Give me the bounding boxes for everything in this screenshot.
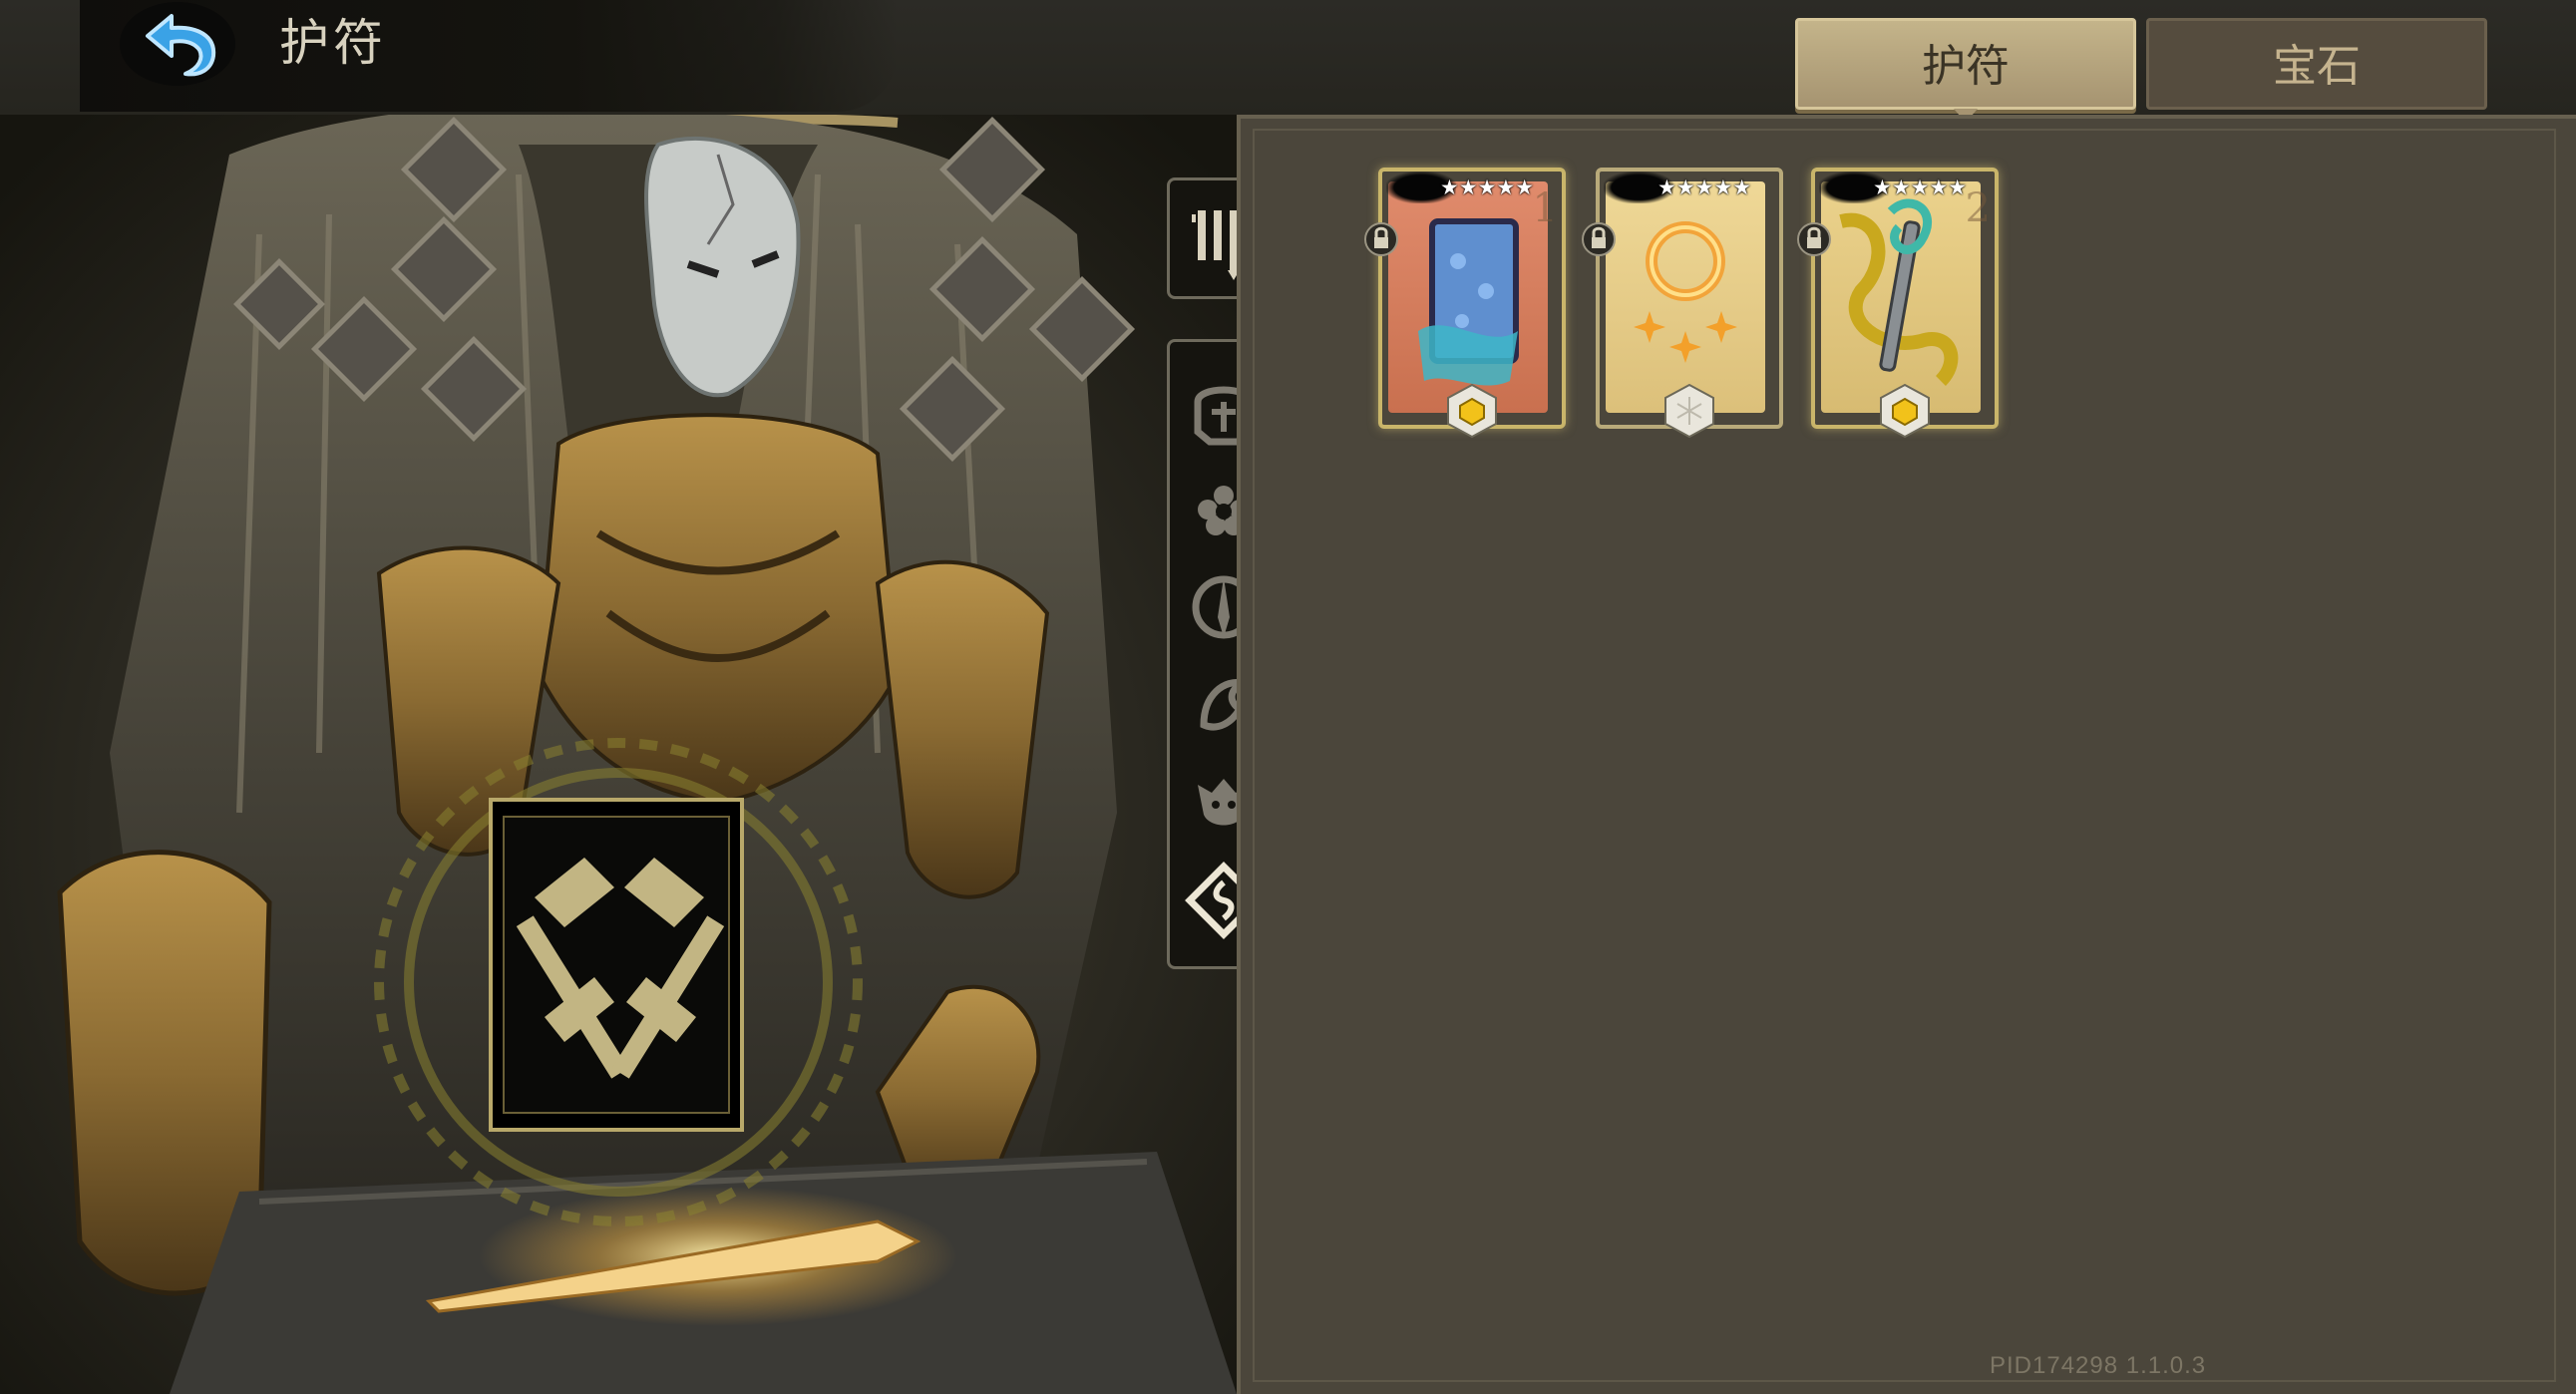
tab-charm[interactable]: 护符 (1795, 18, 2136, 123)
top-bar: 护符 护符 宝石 (0, 0, 2576, 123)
crossed-hammers-icon (516, 858, 725, 1079)
blue-scroll-icon (1418, 218, 1519, 386)
lock-icon[interactable] (1364, 219, 1398, 257)
card-stars: ★★★★★ (1873, 176, 1968, 199)
tab-gem-label: 宝石 (2273, 41, 2361, 92)
page-title: 护符 (279, 14, 387, 72)
empty-gem-slot-icon (1664, 383, 1714, 439)
charm-card[interactable]: ★★★★★ (1582, 168, 1783, 439)
card-level: 1 (1532, 185, 1558, 231)
back-arrow-icon (120, 2, 235, 86)
card-face (1821, 181, 1981, 413)
featured-charm-card[interactable] (489, 798, 744, 1132)
serpent-staff-icon (1839, 198, 1959, 386)
lock-icon[interactable] (1582, 219, 1616, 257)
fire-ring-icon (1634, 221, 1737, 363)
tab-charm-label: 护符 (1922, 41, 2010, 92)
tab-gem[interactable]: 宝石 (2146, 18, 2487, 110)
card-level: 2 (1965, 185, 1991, 231)
gold-gem-slot-icon (1447, 383, 1497, 439)
card-face (1388, 181, 1548, 413)
game-screen: 护符 护符 宝石 ★★★★★ 1 ★★★★★ ★★★★★ 2 PID174298… (0, 0, 2576, 1394)
card-stars: ★★★★★ (1440, 176, 1535, 199)
character-artwork (0, 115, 1237, 1394)
armored-knight-illustration (0, 115, 1237, 1394)
charm-card[interactable]: ★★★★★ 1 (1364, 168, 1566, 439)
featured-charm-inner (503, 816, 730, 1114)
lock-icon[interactable] (1797, 219, 1831, 257)
gold-gem-slot-icon (1880, 383, 1930, 439)
card-face (1606, 181, 1765, 413)
charm-card[interactable]: ★★★★★ 2 (1797, 168, 1999, 439)
card-stars: ★★★★★ (1657, 176, 1752, 199)
version-label: PID174298 1.1.0.3 (1990, 1352, 2207, 1379)
back-button[interactable] (120, 0, 239, 90)
